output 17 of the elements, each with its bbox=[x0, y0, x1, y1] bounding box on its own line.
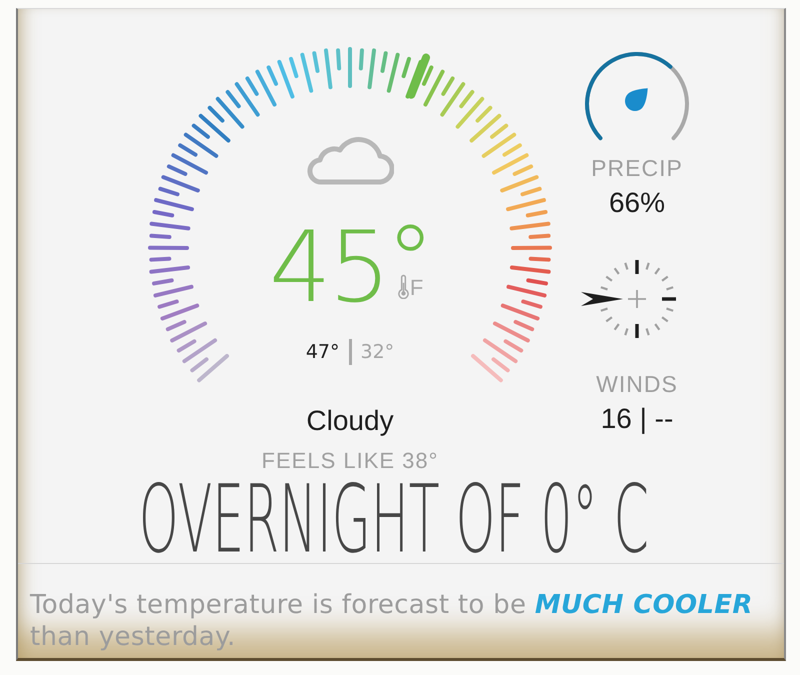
handwritten-caption: OVERNIGHT OF 0° C bbox=[138, 479, 649, 564]
precip-label: PRECIP bbox=[591, 155, 683, 181]
thermometer-icon bbox=[398, 274, 409, 299]
current-temperature: 45 bbox=[269, 218, 388, 318]
temperature-unit: F bbox=[410, 277, 424, 299]
condition-text: Cloudy bbox=[306, 405, 394, 437]
feels-like-text: FEELS LIKE 38° bbox=[262, 448, 438, 474]
cloud-icon bbox=[306, 136, 394, 186]
high-temperature: 47° bbox=[306, 340, 340, 364]
drop-icon bbox=[625, 88, 648, 111]
winds-label: WINDS bbox=[596, 371, 678, 397]
winds-value: 16 | -- bbox=[600, 403, 674, 435]
forecast-summary: Today's temperature is forecast to be MUCH COOLER than yesterday. bbox=[30, 588, 754, 653]
degree-sign: ° bbox=[386, 224, 435, 258]
precip-value: 66% bbox=[608, 187, 666, 219]
wind-compass-icon bbox=[580, 257, 678, 341]
low-temperature: 32° bbox=[360, 340, 394, 364]
